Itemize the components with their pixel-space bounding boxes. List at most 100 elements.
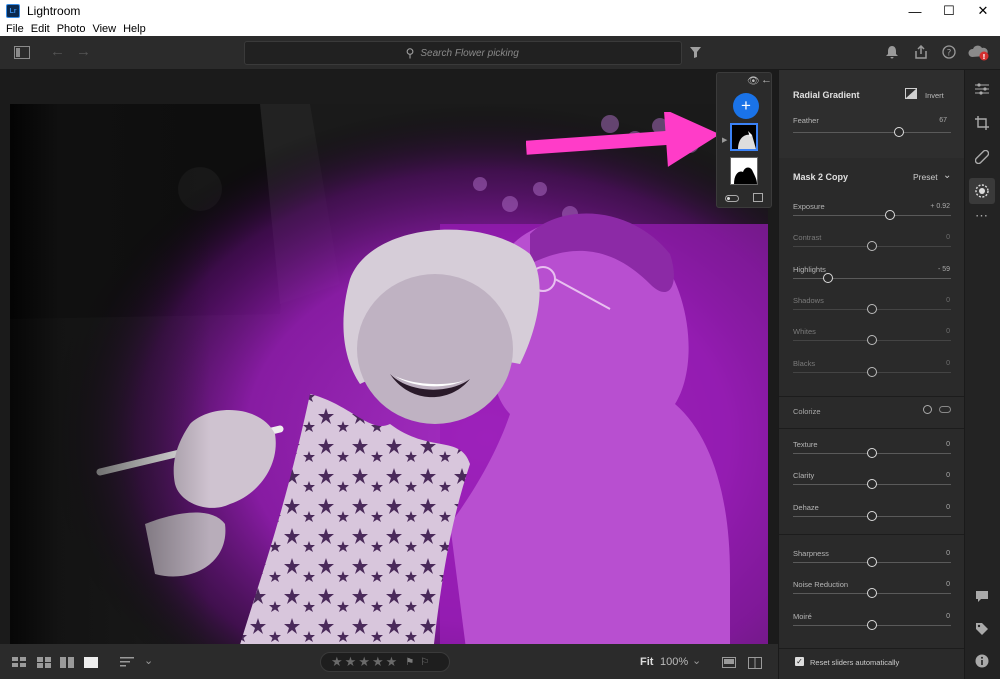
- preset-dropdown[interactable]: Preset: [913, 172, 938, 182]
- slider-value-exposure[interactable]: + 0.92: [930, 203, 950, 210]
- masking-tool-active[interactable]: [969, 178, 995, 204]
- star-4-icon[interactable]: ★: [372, 654, 384, 670]
- star-1-icon[interactable]: ★: [331, 654, 343, 670]
- menu-photo[interactable]: Photo: [57, 23, 86, 35]
- mask-thumb-radial[interactable]: [730, 123, 758, 151]
- slider-dehaze[interactable]: [793, 510, 951, 521]
- crop-icon[interactable]: [975, 116, 989, 130]
- slider-value-blacks[interactable]: 0: [946, 360, 950, 367]
- more-icon[interactable]: ⋯: [975, 208, 988, 224]
- invert-label[interactable]: Invert: [925, 91, 944, 100]
- slider-noise-reduction[interactable]: [793, 588, 951, 599]
- overlay-mode-icon[interactable]: [753, 193, 763, 202]
- split-view-icon[interactable]: [748, 657, 762, 669]
- slider-value-dehaze[interactable]: 0: [946, 504, 950, 511]
- eye-icon[interactable]: 👁: [747, 76, 760, 87]
- slider-thumb[interactable]: [867, 619, 877, 630]
- reset-sliders-label[interactable]: Reset sliders automatically: [810, 658, 899, 667]
- slider-moir-[interactable]: [793, 619, 951, 630]
- colorize-swatch-icon[interactable]: [923, 405, 932, 414]
- slider-value-texture[interactable]: 0: [946, 441, 950, 448]
- slider-thumb[interactable]: [867, 335, 877, 346]
- slider-thumb[interactable]: [867, 479, 877, 490]
- feather-slider[interactable]: [793, 127, 951, 137]
- add-mask-button[interactable]: +: [733, 93, 759, 119]
- slider-thumb[interactable]: [867, 448, 877, 458]
- menu-edit[interactable]: Edit: [31, 23, 50, 35]
- help-icon[interactable]: ?: [942, 45, 956, 59]
- slider-thumb[interactable]: [867, 241, 877, 252]
- slider-sharpness[interactable]: [793, 557, 951, 567]
- menu-view[interactable]: View: [92, 23, 116, 35]
- detail-view-icon[interactable]: [84, 657, 98, 668]
- tag-icon[interactable]: [975, 622, 989, 636]
- slider-value-moir-[interactable]: 0: [946, 613, 950, 620]
- slider-clarity[interactable]: [793, 479, 951, 490]
- menu-help[interactable]: Help: [123, 23, 146, 35]
- healing-icon[interactable]: [975, 150, 989, 164]
- slider-exposure[interactable]: [793, 210, 951, 220]
- before-after-icon[interactable]: [722, 657, 736, 668]
- menu-file[interactable]: File: [6, 23, 24, 35]
- minimize-button[interactable]: —: [898, 0, 932, 22]
- star-5-icon[interactable]: ★: [386, 654, 398, 670]
- reject-flag-icon[interactable]: ⚐: [420, 657, 429, 668]
- back-arrow-icon[interactable]: ←: [50, 43, 65, 60]
- slider-thumb[interactable]: [867, 557, 877, 567]
- slider-thumb[interactable]: [867, 510, 877, 521]
- share-icon[interactable]: [914, 45, 928, 59]
- mask-thumb-subject[interactable]: [730, 157, 758, 185]
- mask-visibility-toggle[interactable]: [725, 195, 739, 202]
- slider-blacks[interactable]: [793, 366, 951, 377]
- forward-arrow-icon[interactable]: →: [76, 43, 91, 60]
- sort-chevron-icon[interactable]: ⌄: [144, 654, 153, 667]
- panel-toggle-icon[interactable]: [14, 46, 30, 59]
- slider-thumb[interactable]: [867, 366, 877, 377]
- compare-view-icon[interactable]: [60, 657, 74, 668]
- slider-value-whites[interactable]: 0: [946, 328, 950, 335]
- slider-value-clarity[interactable]: 0: [946, 472, 950, 479]
- preset-chevron-icon[interactable]: ⌄: [943, 170, 951, 181]
- invert-icon[interactable]: [905, 88, 917, 99]
- main-photo[interactable]: [10, 104, 768, 679]
- slider-value-highlights[interactable]: - 59: [938, 266, 950, 273]
- filter-icon[interactable]: [690, 47, 701, 58]
- sort-icon[interactable]: [120, 657, 134, 667]
- star-3-icon[interactable]: ★: [358, 654, 370, 670]
- zoom-level-label[interactable]: 100%: [660, 656, 688, 668]
- feather-slider-thumb[interactable]: [893, 127, 904, 137]
- slider-value-shadows[interactable]: 0: [946, 297, 950, 304]
- slider-thumb[interactable]: [867, 303, 877, 314]
- notification-bell-icon[interactable]: [886, 46, 898, 59]
- maximize-button[interactable]: ☐: [932, 0, 966, 22]
- slider-whites[interactable]: [793, 335, 951, 346]
- grid-view-icon[interactable]: [12, 657, 26, 668]
- slider-thumb[interactable]: [822, 272, 833, 283]
- star-2-icon[interactable]: ★: [345, 654, 357, 670]
- square-grid-view-icon[interactable]: [37, 657, 51, 668]
- colorize-toggle[interactable]: [939, 406, 951, 413]
- reset-sliders-checkbox[interactable]: ✓: [795, 657, 804, 666]
- radial-gradient-title: Radial Gradient: [793, 90, 860, 100]
- fit-zoom-label[interactable]: Fit: [640, 656, 653, 668]
- zoom-chevron-icon[interactable]: ⌄: [692, 654, 701, 667]
- expand-caret-icon[interactable]: ▶: [722, 136, 727, 144]
- comment-icon[interactable]: [975, 590, 989, 603]
- slider-thumb[interactable]: [867, 588, 877, 599]
- slider-value-contrast[interactable]: 0: [946, 234, 950, 241]
- slider-contrast[interactable]: [793, 241, 951, 252]
- close-button[interactable]: ✕: [966, 0, 1000, 22]
- slider-highlights[interactable]: [793, 272, 951, 283]
- info-icon[interactable]: [975, 654, 989, 668]
- slider-texture[interactable]: [793, 448, 951, 458]
- collapse-arrow-icon[interactable]: ←: [761, 74, 772, 86]
- slider-value-noise-reduction[interactable]: 0: [946, 581, 950, 588]
- slider-value-sharpness[interactable]: 0: [946, 550, 950, 557]
- slider-shadows[interactable]: [793, 303, 951, 314]
- edit-sliders-icon[interactable]: [975, 82, 989, 96]
- cloud-sync-icon[interactable]: !: [968, 44, 990, 61]
- slider-thumb[interactable]: [885, 210, 896, 220]
- search-input[interactable]: [420, 47, 521, 59]
- search-bar[interactable]: ⚲: [244, 41, 682, 65]
- pick-flag-icon[interactable]: ⚑: [405, 657, 414, 668]
